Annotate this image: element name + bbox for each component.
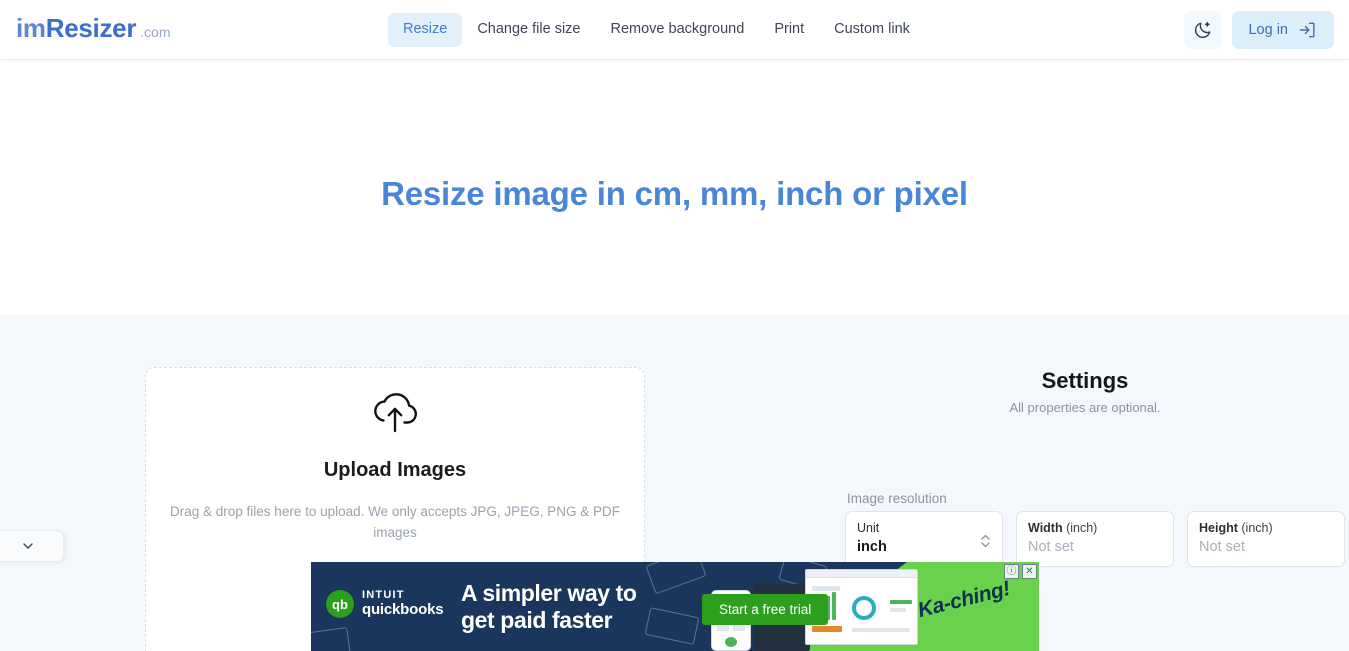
header-actions: Log in <box>1184 11 1334 49</box>
unit-field-value: inch <box>857 539 887 556</box>
hero-section: Resize image in cm, mm, inch or pixel <box>0 60 1349 315</box>
width-input[interactable]: Width (inch) Not set <box>1016 511 1174 567</box>
unit-field-label: Unit <box>857 520 991 536</box>
upload-subtitle: Drag & drop files here to upload. We onl… <box>170 504 620 540</box>
close-icon[interactable]: ✕ <box>1022 564 1037 579</box>
brand-main: Resizer <box>45 13 137 43</box>
width-label-unit: (inch) <box>1066 521 1098 535</box>
chevron-down-icon <box>23 543 33 549</box>
height-label-text: Height <box>1199 521 1238 535</box>
ad-controls: ⓘ ✕ <box>1004 564 1037 579</box>
brand-prefix: im <box>16 13 46 43</box>
upload-title: Upload Images <box>323 459 467 481</box>
ad-headline-line2: get paid faster <box>461 607 613 634</box>
page-title: Resize image in cm, mm, inch or pixel <box>381 175 968 212</box>
stepper-updown-icon[interactable] <box>980 532 991 555</box>
site-header: im Resizer .com Resize Change file size … <box>0 0 1349 60</box>
nav-item-resize[interactable]: Resize <box>388 13 463 47</box>
ad-headline: A simpler way to get paid faster <box>461 580 637 634</box>
nav-item-remove-background[interactable]: Remove background <box>596 13 760 46</box>
ad-brand-lockup: qb INTUIT quickbooks <box>326 590 444 618</box>
settings-title: Settings <box>1041 368 1129 393</box>
height-label-unit: (inch) <box>1241 521 1273 535</box>
page-root: im Resizer .com Resize Change file size … <box>0 0 1349 651</box>
width-field-label: Width (inch) <box>1028 520 1162 536</box>
nav-item-print[interactable]: Print <box>759 13 819 46</box>
login-button-label: Log in <box>1248 22 1288 38</box>
login-button[interactable]: Log in <box>1232 11 1334 49</box>
ad-bill-decor <box>311 626 351 651</box>
unit-label-text: Unit <box>857 521 880 535</box>
collapse-panel-tab[interactable] <box>0 530 64 562</box>
main-navigation: Resize Change file size Remove backgroun… <box>388 0 925 60</box>
dark-mode-toggle[interactable] <box>1184 11 1223 49</box>
login-arrow-icon <box>1299 22 1315 38</box>
quickbooks-logo-icon: qb <box>326 590 354 618</box>
height-field-value: Not set <box>1199 539 1245 556</box>
ad-cta-button[interactable]: Start a free trial <box>702 594 829 625</box>
image-resolution-fields: Unit inch Width (inch) Not set Height (i… <box>845 511 1345 567</box>
unit-select[interactable]: Unit inch <box>845 511 1003 567</box>
image-resolution-label: Image resolution <box>847 491 947 506</box>
brand-logo[interactable]: im Resizer .com <box>16 13 171 44</box>
ad-brand-quickbooks: quickbooks <box>362 600 444 618</box>
width-label-text: Width <box>1028 521 1063 535</box>
nav-item-change-file-size[interactable]: Change file size <box>462 13 595 46</box>
nav-item-custom-link[interactable]: Custom link <box>819 13 925 46</box>
settings-subtitle: All properties are optional. <box>1009 400 1161 415</box>
moon-icon <box>1195 21 1211 38</box>
brand-suffix: .com <box>140 24 171 40</box>
width-field-value: Not set <box>1028 539 1074 556</box>
height-field-label: Height (inch) <box>1199 520 1333 536</box>
ad-bill-decor <box>645 562 707 595</box>
ad-bill-decor <box>644 607 700 645</box>
advertisement-banner[interactable]: qb INTUIT quickbooks A simpler way to ge… <box>311 562 1039 651</box>
height-input[interactable]: Height (inch) Not set <box>1187 511 1345 567</box>
ad-headline-line1: A simpler way to <box>461 580 637 606</box>
cloud-upload-icon <box>369 390 421 441</box>
info-icon[interactable]: ⓘ <box>1004 564 1019 579</box>
